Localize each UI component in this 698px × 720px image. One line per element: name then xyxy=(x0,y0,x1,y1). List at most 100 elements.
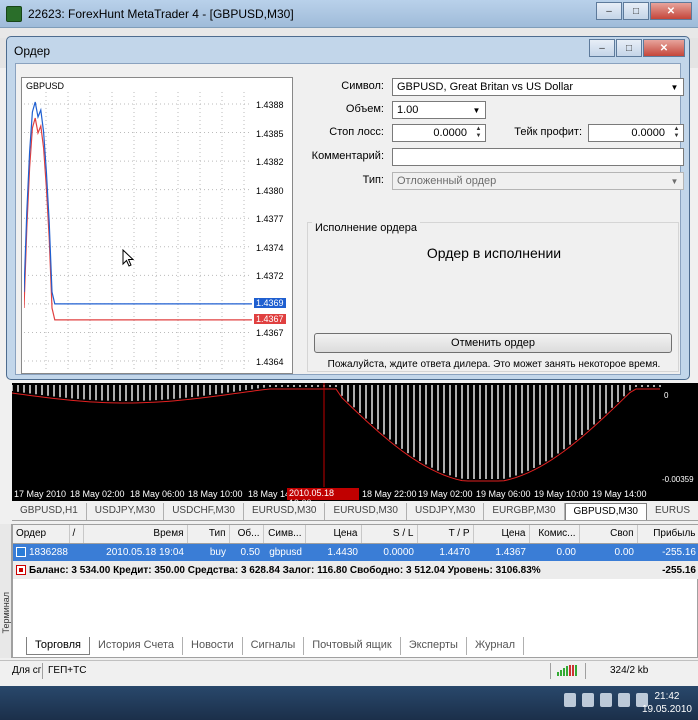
order-row[interactable]: 1836288 2010.05.18 19:04 buy 0.50 gbpusd… xyxy=(13,543,698,561)
taskbar-clock[interactable]: 21:42 19.05.2010 xyxy=(642,690,692,716)
minimize-button[interactable]: – xyxy=(596,2,622,20)
column-header[interactable]: Цена xyxy=(305,525,362,544)
balance-summary-cell: Баланс: 3 534.00 Кредит: 350.00 Средства… xyxy=(13,561,637,579)
sort-indicator[interactable]: / xyxy=(69,525,84,544)
clock-time: 21:42 xyxy=(654,691,680,702)
tab-account-history[interactable]: История Счета xyxy=(90,637,184,655)
tab-signals[interactable]: Сигналы xyxy=(243,637,305,655)
order-type-select[interactable]: Отложенный ордер ▼ xyxy=(392,172,684,190)
tab-news[interactable]: Новости xyxy=(183,637,243,655)
status-separator xyxy=(585,663,586,679)
clock-date: 19.05.2010 xyxy=(641,704,692,715)
dialog-maximize-button[interactable]: □ xyxy=(616,39,642,57)
column-header[interactable]: S / L xyxy=(361,525,418,544)
price-tick-label: 1.4388 xyxy=(256,100,284,110)
comment-input[interactable] xyxy=(392,148,684,166)
tab-mailbox[interactable]: Почтовый ящик xyxy=(304,637,401,655)
order-type-value: Отложенный ордер xyxy=(397,175,497,187)
close-button[interactable]: ✕ xyxy=(650,2,692,20)
dropdown-arrow-icon: ▼ xyxy=(472,105,481,115)
spin-down-icon[interactable]: ▼ xyxy=(671,133,682,140)
title-bar: 22623: ForexHunt MetaTrader 4 - [GBPUSD,… xyxy=(0,0,698,28)
buy-order-icon xyxy=(16,547,26,558)
chart-tab[interactable]: EURUSD,M30 xyxy=(325,503,407,520)
column-header[interactable]: Тип xyxy=(187,525,230,544)
status-bar: Для сг ГЕП+ТС 324/2 kb xyxy=(0,660,698,680)
column-header[interactable]: Своп xyxy=(579,525,638,544)
chart-tab[interactable]: USDJPY,M30 xyxy=(407,503,485,520)
spin-up-icon[interactable]: ▲ xyxy=(671,126,682,133)
chart-tab[interactable]: EURGBP,M30 xyxy=(484,503,565,520)
execution-status: Ордер в исполнении xyxy=(426,245,562,261)
order-volume: 0.50 xyxy=(229,543,263,561)
volume-select[interactable]: 1.00 ▼ xyxy=(392,101,486,119)
column-header[interactable]: T / P xyxy=(417,525,474,544)
column-header[interactable]: Время xyxy=(83,525,188,544)
column-header[interactable]: Ордер xyxy=(13,525,70,544)
price-tick-label: 1.4382 xyxy=(256,157,284,168)
chart-tab[interactable]: USDJPY,M30 xyxy=(87,503,165,520)
chart-tab-active[interactable]: GBPUSD,M30 xyxy=(564,503,647,520)
comment-label: Комментарий: xyxy=(311,150,384,162)
battery-icon[interactable] xyxy=(618,693,630,707)
balance-icon xyxy=(16,564,26,575)
spin-down-icon[interactable]: ▼ xyxy=(473,133,484,140)
status-traffic: 324/2 kb xyxy=(610,665,649,676)
cancel-order-button[interactable]: Отменить ордер xyxy=(314,333,672,353)
chart-price-axis: 0 -0.00359 xyxy=(662,383,698,501)
chart-tab[interactable]: GBPUSD,H1 xyxy=(12,503,87,520)
tick-chart: GBPUSD 1.4388 1.4385 1.4382 1.4380 1.4377 1.4… xyxy=(21,77,293,374)
tab-trade[interactable]: Торговля xyxy=(26,637,90,655)
spin-up-icon[interactable]: ▲ xyxy=(473,126,484,133)
take-profit-input[interactable]: 0.0000 ▲ ▼ xyxy=(588,124,684,142)
maximize-button[interactable]: □ xyxy=(623,2,649,20)
stop-loss-spinner[interactable]: ▲ ▼ xyxy=(473,126,484,140)
system-tray xyxy=(564,693,648,707)
stop-loss-input[interactable]: 0.0000 ▲ ▼ xyxy=(392,124,486,142)
symbol-select[interactable]: GBPUSD, Great Britan vs US Dollar ▼ xyxy=(392,78,684,96)
terminal-tabs: Торговля История Счета Новости Сигналы П… xyxy=(26,637,525,655)
column-header[interactable]: Цена xyxy=(473,525,530,544)
dropdown-arrow-icon: ▼ xyxy=(670,82,679,92)
symbol-label: Символ: xyxy=(341,80,384,92)
column-header[interactable]: Комис... xyxy=(529,525,580,544)
order-id: 1836288 xyxy=(29,546,68,558)
execution-group: Исполнение ордера Ордер в исполнении Отм… xyxy=(307,222,679,372)
status-help-text: Для сг xyxy=(12,665,42,676)
stop-loss-value: 0.0000 xyxy=(433,127,467,139)
flag-icon[interactable] xyxy=(600,693,612,707)
chart-tabs: GBPUSD,H1 USDJPY,M30 USDCHF,M30 EURUSD,M… xyxy=(12,503,698,521)
order-id-cell: 1836288 xyxy=(13,543,83,561)
network-icon[interactable] xyxy=(582,693,594,707)
price-chart[interactable] xyxy=(11,383,698,501)
status-separator xyxy=(42,663,43,679)
tick-chart-plot xyxy=(24,92,252,372)
price-tick-label: 1.4367 xyxy=(256,328,284,339)
time-label: 19 May 10:00 xyxy=(534,489,589,499)
price-tick-label: 1.4364 xyxy=(256,357,284,367)
order-profit: -255.16 xyxy=(637,543,698,561)
tray-arrow-icon[interactable] xyxy=(564,693,576,707)
tab-experts[interactable]: Эксперты xyxy=(401,637,467,655)
signal-line xyxy=(11,388,660,482)
dialog-minimize-button[interactable]: – xyxy=(589,39,615,57)
order-time: 2010.05.18 19:04 xyxy=(83,543,187,561)
ask-price-label: 1.4369 xyxy=(254,297,286,308)
crosshair-time: 2010.05.18 19:00 xyxy=(287,488,359,508)
window-title: 22623: ForexHunt MetaTrader 4 - [GBPUSD,… xyxy=(28,7,294,21)
volume-label: Объем: xyxy=(345,103,384,115)
chart-tab[interactable]: USDCHF,M30 xyxy=(164,503,244,520)
tab-journal[interactable]: Журнал xyxy=(467,637,525,655)
column-header[interactable]: Прибыль xyxy=(637,525,698,544)
symbol-value: GBPUSD, Great Britan vs US Dollar xyxy=(397,81,574,93)
column-header[interactable]: Об... xyxy=(229,525,264,544)
dialog-body: GBPUSD 1.4388 1.4385 1.4382 1.4380 1.4377 1.4… xyxy=(15,63,684,375)
chart-tab[interactable]: EURUSD,M30 xyxy=(244,503,326,520)
take-profit-spinner[interactable]: ▲ ▼ xyxy=(671,126,682,140)
dialog-close-button[interactable]: ✕ xyxy=(643,39,685,57)
dropdown-arrow-icon: ▼ xyxy=(670,176,679,186)
axis-min-value: -0.00359 xyxy=(662,475,694,484)
time-label: 17 May 2010 xyxy=(14,489,67,499)
column-header[interactable]: Симв... xyxy=(263,525,306,544)
chart-tab[interactable]: EURUS xyxy=(647,503,698,520)
